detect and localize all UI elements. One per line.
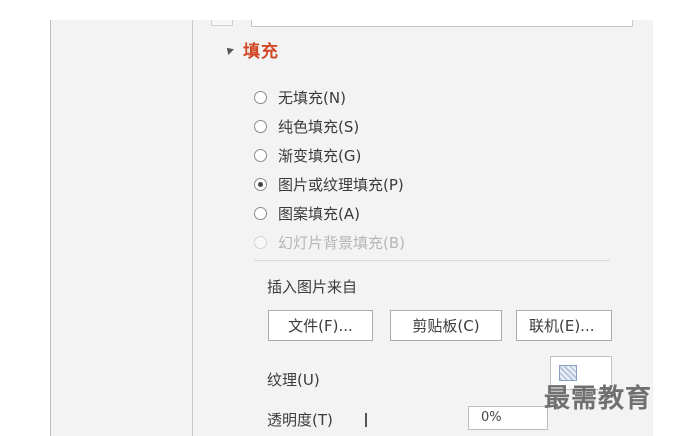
fill-section-header[interactable]: 填充 <box>224 37 279 62</box>
fill-option-label: 图片或纹理填充(P) <box>278 176 404 194</box>
fill-option-picture-texture[interactable]: 图片或纹理填充(P) <box>254 170 405 199</box>
format-background-pane: 填充 无填充(N) 纯色填充(S) 渐变填充(G) 图片或纹理填充(P) 图案填… <box>193 20 653 436</box>
top-scroll-control[interactable] <box>211 20 233 26</box>
online-button[interactable]: 联机(E)... <box>516 310 612 341</box>
transparency-label: 透明度(T) <box>267 411 333 429</box>
picture-source-panel: 插入图片来自 文件(F)... 剪贴板(C) 联机(E)... 纹理(U) 透明… <box>254 260 612 430</box>
clipboard-button[interactable]: 剪贴板(C) <box>390 310 502 341</box>
radio-gradient-fill[interactable] <box>254 149 267 162</box>
top-field <box>251 20 633 27</box>
fill-option-solid[interactable]: 纯色填充(S) <box>254 112 405 141</box>
collapse-triangle-icon[interactable] <box>224 45 234 55</box>
fill-option-label: 无填充(N) <box>278 89 346 107</box>
screenshot-stage: 填充 无填充(N) 纯色填充(S) 渐变填充(G) 图片或纹理填充(P) 图案填… <box>0 0 697 436</box>
fill-option-slide-background: 幻灯片背景填充(B) <box>254 228 405 257</box>
left-pane <box>50 20 193 436</box>
fill-option-gradient[interactable]: 渐变填充(G) <box>254 141 405 170</box>
file-button[interactable]: 文件(F)... <box>268 310 373 341</box>
fill-option-none[interactable]: 无填充(N) <box>254 83 405 112</box>
fill-options-list: 无填充(N) 纯色填充(S) 渐变填充(G) 图片或纹理填充(P) 图案填充(A… <box>254 83 405 257</box>
radio-pattern-fill[interactable] <box>254 207 267 220</box>
insert-picture-from-label: 插入图片来自 <box>267 278 358 296</box>
radio-picture-texture-fill[interactable] <box>254 178 267 191</box>
fill-option-label: 幻灯片背景填充(B) <box>278 234 405 252</box>
watermark-text: 最需教育 <box>544 384 653 414</box>
transparency-value-field[interactable]: 0% <box>468 406 548 430</box>
fill-option-label: 渐变填充(G) <box>278 147 362 165</box>
radio-slide-background-fill <box>254 236 267 249</box>
texture-label: 纹理(U) <box>267 371 320 389</box>
fill-section-title: 填充 <box>243 42 279 62</box>
fill-option-label: 纯色填充(S) <box>278 118 360 136</box>
fill-option-label: 图案填充(A) <box>278 205 360 223</box>
transparency-slider-handle[interactable] <box>365 413 367 427</box>
fill-option-pattern[interactable]: 图案填充(A) <box>254 199 405 228</box>
radio-solid-fill[interactable] <box>254 120 267 133</box>
radio-no-fill[interactable] <box>254 91 267 104</box>
